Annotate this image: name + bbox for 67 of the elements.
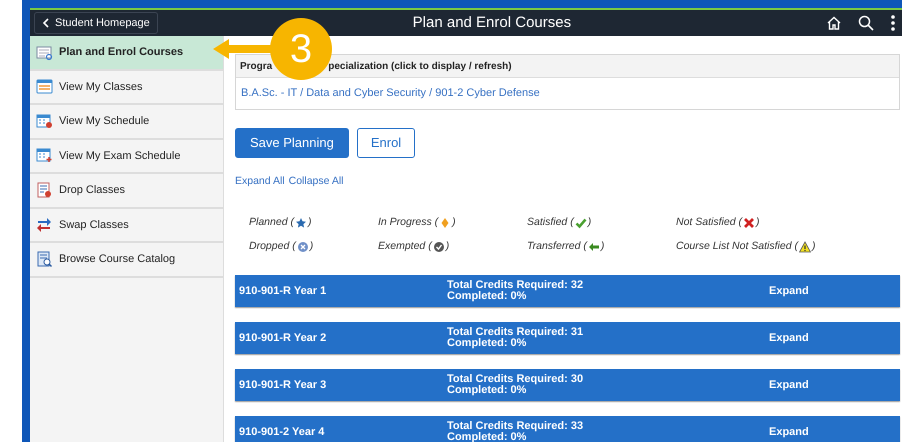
diamond-icon bbox=[439, 217, 452, 230]
legend-label: ) bbox=[812, 239, 816, 254]
sidebar-item[interactable]: View My Schedule bbox=[30, 105, 223, 140]
circled-x-icon bbox=[296, 240, 309, 253]
legend-label: ) bbox=[756, 215, 760, 230]
save-planning-button[interactable]: Save Planning bbox=[235, 128, 349, 158]
credits-text: Total Credits Required: 31 bbox=[447, 326, 584, 338]
legend-label: Course List Not Satisfied ( bbox=[676, 239, 798, 254]
expand-link[interactable]: Expand bbox=[769, 376, 809, 393]
calendar-icon bbox=[36, 78, 53, 96]
completed-text: Completed: 0% bbox=[447, 338, 526, 349]
credits-text: Total Credits Required: 33 bbox=[447, 420, 584, 432]
more-options-icon[interactable] bbox=[890, 15, 896, 31]
legend-label: Planned ( bbox=[249, 215, 294, 230]
sidebar-item[interactable]: Swap Classes bbox=[30, 208, 223, 243]
credits-text: Total Credits Required: 30 bbox=[447, 374, 584, 385]
legend-label: Satisfied ( bbox=[527, 215, 574, 230]
enrol-button[interactable]: Enrol bbox=[356, 128, 416, 158]
program-link[interactable]: B.A.Sc. - IT / Data and Cyber Security / 901-2 Cyber Defense bbox=[236, 78, 899, 109]
year-name: 910-901-R Year 2 bbox=[238, 330, 328, 346]
completed-text: Completed: 0% bbox=[447, 290, 526, 302]
exam-calendar-icon bbox=[36, 147, 53, 164]
sidebar-item[interactable]: View My Exam Schedule bbox=[30, 140, 223, 174]
year-name: 910-901-R Year 1 bbox=[238, 284, 328, 298]
catalog-search-icon bbox=[36, 250, 53, 268]
sidebar-item[interactable]: Plan and Enrol Courses bbox=[30, 36, 223, 70]
schedule-icon bbox=[36, 112, 53, 130]
legend-label: ) bbox=[310, 239, 314, 254]
drop-document-icon bbox=[36, 182, 53, 199]
cross-icon bbox=[742, 217, 755, 230]
expand-link[interactable]: Expand bbox=[769, 424, 809, 440]
legend-label: Transferred ( bbox=[527, 239, 587, 254]
text-link[interactable]: Expand All bbox=[235, 174, 285, 190]
expand-link[interactable]: Expand bbox=[769, 282, 809, 299]
swap-arrows-icon bbox=[36, 216, 53, 234]
legend-label: ) bbox=[452, 215, 456, 230]
legend-label: ) bbox=[600, 239, 604, 254]
search-icon[interactable] bbox=[858, 15, 874, 31]
chevron-left-icon bbox=[42, 18, 50, 28]
text-link[interactable]: Collapse All bbox=[288, 174, 344, 190]
check-icon bbox=[574, 217, 587, 230]
legend-label: Exempted ( bbox=[378, 239, 432, 254]
sidebar-item[interactable]: View My Classes bbox=[30, 70, 223, 105]
legend-label: Dropped ( bbox=[249, 239, 296, 254]
completed-text: Completed: 0% bbox=[447, 432, 526, 442]
expand-link[interactable]: Expand bbox=[769, 330, 809, 346]
year-name: 910-901-R Year 3 bbox=[238, 378, 328, 392]
legend-label: In Progress ( bbox=[378, 215, 438, 230]
column-header: Progra bbox=[240, 60, 272, 74]
arrow-callout bbox=[213, 37, 272, 61]
legend-label: ) bbox=[308, 215, 312, 230]
sidebar-item[interactable]: Drop Classes bbox=[30, 174, 223, 208]
credits-text: Total Credits Required: 32 bbox=[447, 280, 584, 291]
sidebar-item[interactable]: Browse Course Catalog bbox=[30, 243, 223, 278]
legend-label: ) bbox=[446, 239, 450, 254]
home-icon[interactable] bbox=[826, 15, 842, 31]
legend-label: Not Satisfied ( bbox=[676, 215, 742, 230]
left-arrow-icon bbox=[588, 240, 600, 253]
completed-text: Completed: 0% bbox=[447, 384, 526, 396]
star-icon bbox=[294, 217, 307, 230]
page-title: Plan and Enrol Courses bbox=[412, 14, 572, 31]
planner-icon bbox=[36, 44, 53, 61]
year-name: 910-901-2 Year 4 bbox=[238, 424, 326, 440]
back-button[interactable]: Student Homepage bbox=[34, 12, 158, 34]
warning-icon bbox=[798, 240, 811, 253]
circled-check-icon bbox=[432, 240, 445, 253]
legend-label: ) bbox=[588, 215, 592, 230]
